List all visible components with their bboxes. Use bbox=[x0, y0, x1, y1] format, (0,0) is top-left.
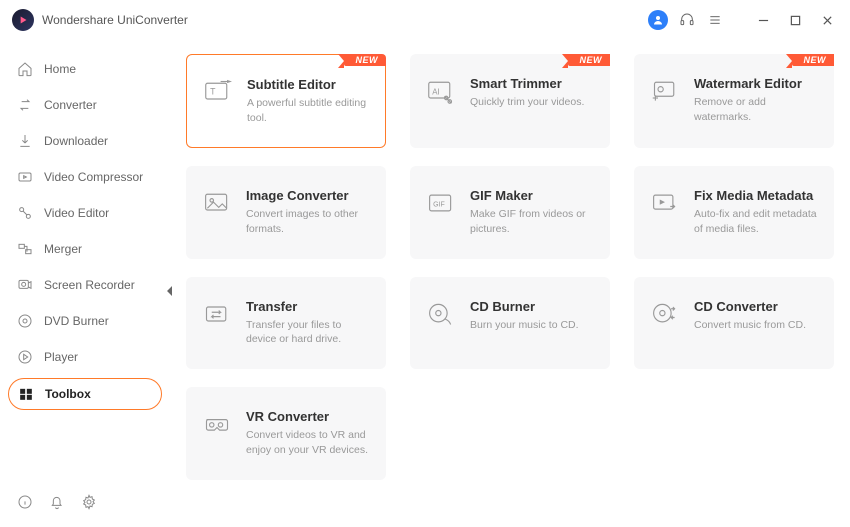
logo-area: Wondershare UniConverter bbox=[12, 9, 188, 31]
metadata-icon bbox=[650, 188, 680, 218]
svg-text:AI: AI bbox=[432, 88, 439, 97]
settings-icon[interactable] bbox=[80, 493, 98, 511]
user-avatar[interactable] bbox=[648, 10, 668, 30]
app-logo-icon bbox=[12, 9, 34, 31]
sidebar-item-video-compressor[interactable]: Video Compressor bbox=[8, 162, 162, 192]
card-vr-converter[interactable]: VR Converter Convert videos to VR and en… bbox=[186, 387, 386, 479]
card-desc: Convert images to other formats. bbox=[246, 207, 370, 236]
close-button[interactable] bbox=[816, 9, 838, 31]
maximize-button[interactable] bbox=[784, 9, 806, 31]
subtitle-icon: T bbox=[203, 77, 233, 107]
card-gif-maker[interactable]: GIF GIF Maker Make GIF from videos or pi… bbox=[410, 166, 610, 258]
sidebar-item-dvd-burner[interactable]: DVD Burner bbox=[8, 306, 162, 336]
sidebar-item-label: Screen Recorder bbox=[44, 278, 135, 292]
sidebar-item-toolbox[interactable]: Toolbox bbox=[8, 378, 162, 410]
svg-text:T: T bbox=[210, 87, 216, 97]
sidebar-item-converter[interactable]: Converter bbox=[8, 90, 162, 120]
new-badge: NEW bbox=[568, 54, 611, 66]
sidebar-item-label: Merger bbox=[44, 242, 82, 256]
vr-icon bbox=[202, 409, 232, 439]
new-badge: NEW bbox=[792, 54, 835, 66]
sidebar-item-label: DVD Burner bbox=[44, 314, 109, 328]
dvd-icon bbox=[16, 312, 34, 330]
card-desc: Quickly trim your videos. bbox=[470, 95, 594, 110]
sidebar-collapse-handle[interactable] bbox=[164, 278, 176, 304]
card-desc: Auto-fix and edit metadata of media file… bbox=[694, 207, 818, 236]
sidebar-item-label: Home bbox=[44, 62, 76, 76]
sidebar-item-label: Player bbox=[44, 350, 78, 364]
card-title: Subtitle Editor bbox=[247, 77, 369, 92]
card-title: VR Converter bbox=[246, 409, 370, 424]
gif-icon: GIF bbox=[426, 188, 456, 218]
sidebar-item-home[interactable]: Home bbox=[8, 54, 162, 84]
card-title: CD Burner bbox=[470, 299, 594, 314]
recorder-icon bbox=[16, 276, 34, 294]
card-title: CD Converter bbox=[694, 299, 818, 314]
sidebar: Home Converter Downloader Video Compress… bbox=[0, 40, 170, 527]
editor-icon bbox=[16, 204, 34, 222]
minimize-button[interactable] bbox=[752, 9, 774, 31]
new-badge: NEW bbox=[344, 54, 387, 66]
card-title: Watermark Editor bbox=[694, 76, 818, 91]
menu-icon[interactable] bbox=[706, 11, 724, 29]
card-title: Transfer bbox=[246, 299, 370, 314]
sidebar-item-video-editor[interactable]: Video Editor bbox=[8, 198, 162, 228]
card-title: Image Converter bbox=[246, 188, 370, 203]
card-subtitle-editor[interactable]: NEW T Subtitle Editor A powerful subtitl… bbox=[186, 54, 386, 148]
svg-text:GIF: GIF bbox=[433, 202, 445, 209]
card-desc: Convert music from CD. bbox=[694, 318, 818, 333]
card-desc: Transfer your files to device or hard dr… bbox=[246, 318, 370, 347]
card-desc: Convert videos to VR and enjoy on your V… bbox=[246, 428, 370, 457]
sidebar-item-label: Converter bbox=[44, 98, 97, 112]
player-icon bbox=[16, 348, 34, 366]
sidebar-item-label: Video Compressor bbox=[44, 170, 143, 184]
app-title: Wondershare UniConverter bbox=[42, 13, 188, 27]
watermark-icon bbox=[650, 76, 680, 106]
sidebar-item-screen-recorder[interactable]: Screen Recorder bbox=[8, 270, 162, 300]
card-title: Fix Media Metadata bbox=[694, 188, 818, 203]
main-content: NEW T Subtitle Editor A powerful subtitl… bbox=[170, 40, 850, 527]
card-title: GIF Maker bbox=[470, 188, 594, 203]
card-fix-metadata[interactable]: Fix Media Metadata Auto-fix and edit met… bbox=[634, 166, 834, 258]
card-desc: A powerful subtitle editing tool. bbox=[247, 96, 369, 125]
merger-icon bbox=[16, 240, 34, 258]
transfer-icon bbox=[202, 299, 232, 329]
bell-icon[interactable] bbox=[48, 493, 66, 511]
titlebar: Wondershare UniConverter bbox=[0, 0, 850, 40]
compressor-icon bbox=[16, 168, 34, 186]
home-icon bbox=[16, 60, 34, 78]
card-desc: Remove or add watermarks. bbox=[694, 95, 818, 124]
converter-icon bbox=[16, 96, 34, 114]
card-transfer[interactable]: Transfer Transfer your files to device o… bbox=[186, 277, 386, 369]
sidebar-item-player[interactable]: Player bbox=[8, 342, 162, 372]
cd-burner-icon bbox=[426, 299, 456, 329]
sidebar-item-label: Video Editor bbox=[44, 206, 109, 220]
card-title: Smart Trimmer bbox=[470, 76, 594, 91]
image-icon bbox=[202, 188, 232, 218]
card-watermark-editor[interactable]: NEW Watermark Editor Remove or add water… bbox=[634, 54, 834, 148]
card-cd-burner[interactable]: CD Burner Burn your music to CD. bbox=[410, 277, 610, 369]
sidebar-item-downloader[interactable]: Downloader bbox=[8, 126, 162, 156]
toolbox-grid: NEW T Subtitle Editor A powerful subtitl… bbox=[186, 54, 834, 480]
toolbox-icon bbox=[17, 385, 35, 403]
sidebar-item-label: Toolbox bbox=[45, 387, 91, 401]
cd-converter-icon bbox=[650, 299, 680, 329]
info-icon[interactable] bbox=[16, 493, 34, 511]
sidebar-item-merger[interactable]: Merger bbox=[8, 234, 162, 264]
card-cd-converter[interactable]: CD Converter Convert music from CD. bbox=[634, 277, 834, 369]
downloader-icon bbox=[16, 132, 34, 150]
sidebar-item-label: Downloader bbox=[44, 134, 108, 148]
headset-icon[interactable] bbox=[678, 11, 696, 29]
trimmer-icon: AI bbox=[426, 76, 456, 106]
card-image-converter[interactable]: Image Converter Convert images to other … bbox=[186, 166, 386, 258]
card-desc: Burn your music to CD. bbox=[470, 318, 594, 333]
card-smart-trimmer[interactable]: NEW AI Smart Trimmer Quickly trim your v… bbox=[410, 54, 610, 148]
card-desc: Make GIF from videos or pictures. bbox=[470, 207, 594, 236]
